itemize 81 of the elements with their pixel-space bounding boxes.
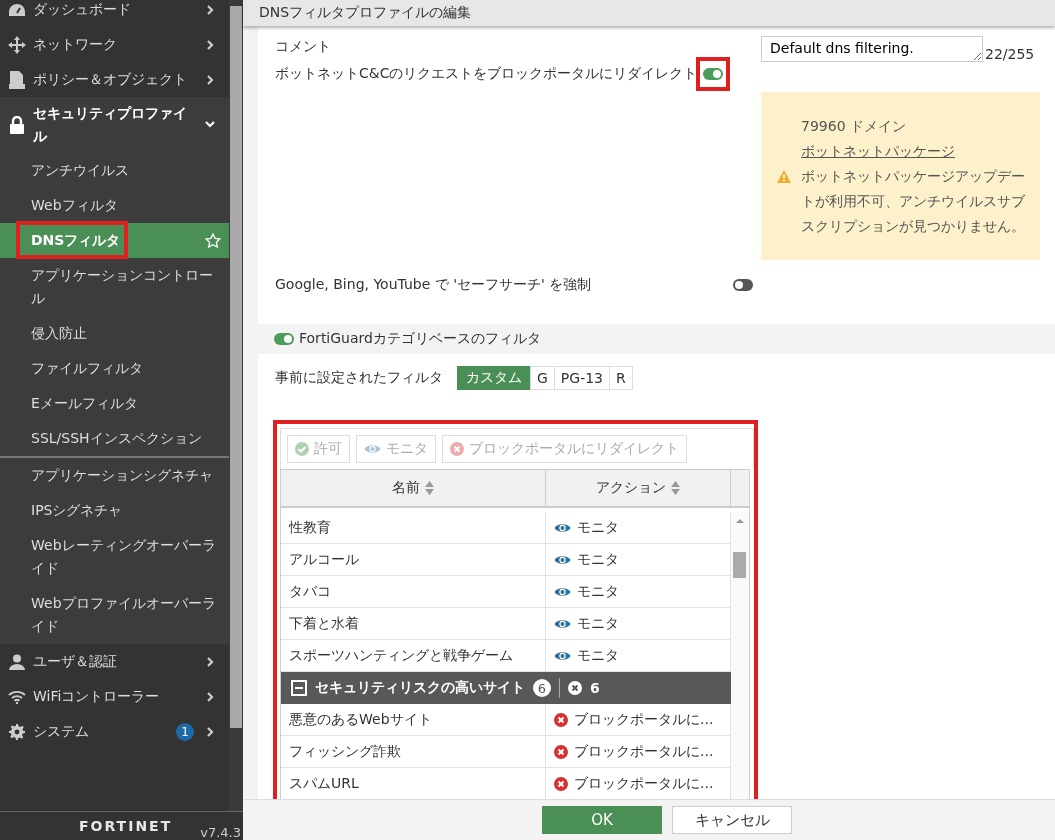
eye-icon [554,585,571,598]
check-circle-icon [295,442,309,456]
cancel-button[interactable]: キャンセル [672,806,792,834]
sidebar-menu-item[interactable]: ネットワーク [0,27,229,62]
count-badge: 6 [533,679,551,697]
sidebar-submenu-item[interactable]: Eメールフィルタ [0,386,229,421]
version-label: v7.4.3 [200,825,241,840]
sidebar-menu-item[interactable]: WiFiコントローラー [0,679,229,714]
filter-preset-button[interactable]: R [609,366,633,390]
column-header[interactable]: 名前 [281,470,546,506]
sidebar-submenu-item[interactable]: DNSフィルタ [0,223,229,258]
warning-icon [777,169,791,183]
scrollbar-thumb[interactable] [733,552,746,578]
group-row[interactable]: セキュリティリスクの高いサイト 6 6 [281,672,731,704]
table-cell: 下着と水着 [281,608,546,639]
move-icon [8,35,26,54]
sidebar-submenu-item[interactable]: IPSシグネチャ [0,493,229,528]
table-cell: アルコール [281,544,546,575]
table-cell: 悪意のあるWebサイト [281,704,546,735]
table-cell: スポーツハンティングと戦争ゲーム [281,640,546,671]
sidebar-menu-item[interactable]: セキュリティプロファイル [0,97,229,153]
wifi-icon [8,689,26,704]
close-circle-icon [554,712,568,727]
sidebar-menu-item[interactable]: ダッシュボード [0,0,229,27]
field-label: コメント [275,38,331,56]
table-cell: 性教育 [281,512,546,543]
toggle-switch[interactable] [274,333,294,345]
table-cell: フィッシング詐欺 [281,736,546,767]
filter-preset-button[interactable]: G [530,366,555,390]
scrollbar[interactable] [229,0,243,812]
user-icon [9,653,25,670]
notification-badge: 1 [176,722,194,741]
toggle-switch[interactable] [703,68,724,80]
sort-icon[interactable] [671,481,680,495]
scrollbar[interactable] [731,512,749,799]
lock-icon [9,116,25,134]
table-cell: タバコ [281,576,546,607]
column-header[interactable]: アクション [546,470,731,506]
eye-icon [554,617,571,630]
eye-icon [364,443,381,455]
sidebar-submenu-item[interactable]: ファイルフィルタ [0,351,229,386]
eye-icon [554,649,571,662]
sidebar-menu-item[interactable]: ポリシー＆オブジェクト [0,62,229,97]
botnet-package-link[interactable]: ボットネットパッケージ [801,142,955,159]
settings-icon [9,723,25,740]
eye-icon [554,553,571,566]
logo: FORTINET [79,818,173,834]
sidebar-menu-item[interactable]: システム 1 [0,714,229,749]
ok-button[interactable]: OK [542,806,662,834]
field-label: ボットネットC&Cのリクエストをブロックポータルにリダイレクト [275,65,698,83]
sidebar-submenu-item[interactable]: SSL/SSHインスペクション [0,421,229,456]
star-icon[interactable] [205,232,221,249]
sidebar-submenu-item[interactable]: 侵入防止 [0,316,229,351]
document-icon [9,70,25,89]
sidebar-submenu-item[interactable]: Webレーティングオーバーライド [0,528,229,586]
sort-icon[interactable] [425,481,434,495]
field-label: Google, Bing, YouTube で 'セーフサーチ' を強制 [275,276,592,294]
warning-message: 79960 ドメイン ボットネットパッケージ ボットネットパッケージアップデートが利用不可、アンチウイルスサブスクリプションが見つかりません。 [801,116,1026,236]
sidebar-submenu-item[interactable]: Webプロファイルオーバーライド [0,586,229,644]
sidebar-menu-item[interactable]: ユーザ＆認証 [0,644,229,679]
filter-preset-button[interactable]: PG-13 [553,366,611,390]
page-title: DNSフィルタプロファイルの編集 [243,0,1055,26]
section-title: FortiGuardカテゴリベースのフィルタ [299,330,541,348]
scrollbar-thumb[interactable] [230,6,242,728]
close-circle-icon [450,442,464,456]
menu-label: DNSフィルタ [31,232,121,248]
close-circle-icon [568,681,582,695]
filter-preset-button[interactable]: カスタム [457,366,531,390]
close-circle-icon [554,744,568,759]
sidebar-submenu-item[interactable]: アンチウイルス [0,153,229,188]
toggle-switch[interactable] [733,279,753,291]
group-name: セキュリティリスクの高いサイト [315,679,525,697]
comment-field[interactable]: Default dns filtering. [761,36,983,62]
action-count: 6 [590,680,600,696]
eye-icon [554,521,571,534]
close-circle-icon [554,776,568,791]
field-label: 事前に設定されたフィルタ [275,369,443,387]
sidebar-submenu-item[interactable]: アプリケーションコントロール [0,258,229,316]
collapse-icon[interactable] [291,680,307,696]
sidebar-submenu-item[interactable]: Webフィルタ [0,188,229,223]
character-counter: 22/255 [985,46,1035,62]
